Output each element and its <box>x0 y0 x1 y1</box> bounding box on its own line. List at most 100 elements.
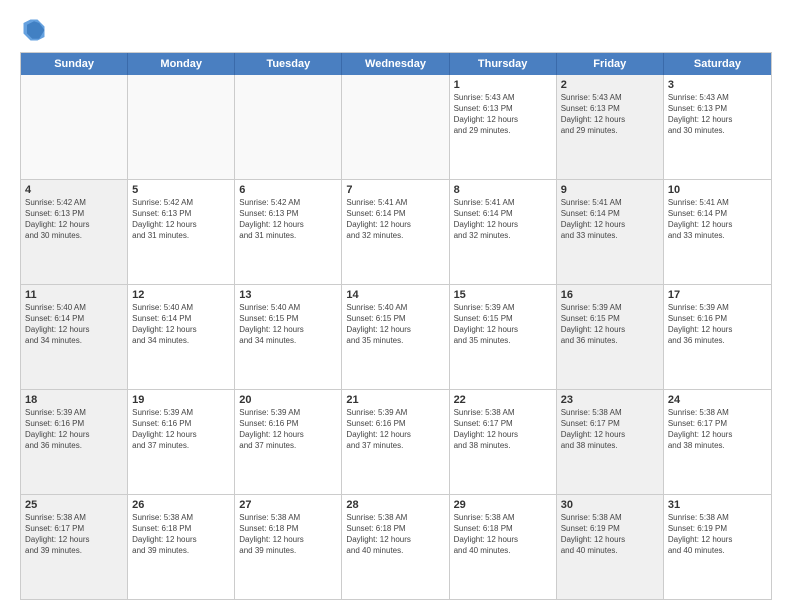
day-number: 6 <box>239 183 337 197</box>
cell-info: Sunrise: 5:42 AM Sunset: 6:13 PM Dayligh… <box>239 198 337 241</box>
cell-info: Sunrise: 5:42 AM Sunset: 6:13 PM Dayligh… <box>132 198 230 241</box>
day-number: 24 <box>668 393 767 407</box>
cell-info: Sunrise: 5:39 AM Sunset: 6:16 PM Dayligh… <box>132 408 230 451</box>
cell-info: Sunrise: 5:43 AM Sunset: 6:13 PM Dayligh… <box>668 93 767 136</box>
calendar-cell: 28Sunrise: 5:38 AM Sunset: 6:18 PM Dayli… <box>342 495 449 599</box>
day-number: 7 <box>346 183 444 197</box>
calendar-cell: 19Sunrise: 5:39 AM Sunset: 6:16 PM Dayli… <box>128 390 235 494</box>
cell-info: Sunrise: 5:41 AM Sunset: 6:14 PM Dayligh… <box>668 198 767 241</box>
cell-info: Sunrise: 5:40 AM Sunset: 6:15 PM Dayligh… <box>346 303 444 346</box>
calendar-body: 1Sunrise: 5:43 AM Sunset: 6:13 PM Daylig… <box>21 75 771 599</box>
calendar-cell: 25Sunrise: 5:38 AM Sunset: 6:17 PM Dayli… <box>21 495 128 599</box>
cell-info: Sunrise: 5:39 AM Sunset: 6:16 PM Dayligh… <box>239 408 337 451</box>
cell-info: Sunrise: 5:43 AM Sunset: 6:13 PM Dayligh… <box>561 93 659 136</box>
day-of-week-header: Sunday <box>21 53 128 75</box>
calendar-cell <box>21 75 128 179</box>
calendar-cell: 7Sunrise: 5:41 AM Sunset: 6:14 PM Daylig… <box>342 180 449 284</box>
calendar-cell: 10Sunrise: 5:41 AM Sunset: 6:14 PM Dayli… <box>664 180 771 284</box>
calendar-cell <box>342 75 449 179</box>
day-number: 25 <box>25 498 123 512</box>
calendar-cell: 21Sunrise: 5:39 AM Sunset: 6:16 PM Dayli… <box>342 390 449 494</box>
cell-info: Sunrise: 5:38 AM Sunset: 6:19 PM Dayligh… <box>668 513 767 556</box>
day-number: 28 <box>346 498 444 512</box>
cell-info: Sunrise: 5:43 AM Sunset: 6:13 PM Dayligh… <box>454 93 552 136</box>
cell-info: Sunrise: 5:41 AM Sunset: 6:14 PM Dayligh… <box>454 198 552 241</box>
cell-info: Sunrise: 5:39 AM Sunset: 6:15 PM Dayligh… <box>454 303 552 346</box>
calendar-cell: 9Sunrise: 5:41 AM Sunset: 6:14 PM Daylig… <box>557 180 664 284</box>
cell-info: Sunrise: 5:39 AM Sunset: 6:16 PM Dayligh… <box>346 408 444 451</box>
day-of-week-header: Monday <box>128 53 235 75</box>
cell-info: Sunrise: 5:38 AM Sunset: 6:18 PM Dayligh… <box>346 513 444 556</box>
day-of-week-header: Tuesday <box>235 53 342 75</box>
calendar-cell: 29Sunrise: 5:38 AM Sunset: 6:18 PM Dayli… <box>450 495 557 599</box>
day-number: 26 <box>132 498 230 512</box>
calendar-cell: 15Sunrise: 5:39 AM Sunset: 6:15 PM Dayli… <box>450 285 557 389</box>
calendar-week-row: 18Sunrise: 5:39 AM Sunset: 6:16 PM Dayli… <box>21 390 771 495</box>
day-number: 18 <box>25 393 123 407</box>
page: SundayMondayTuesdayWednesdayThursdayFrid… <box>0 0 792 612</box>
day-number: 13 <box>239 288 337 302</box>
day-number: 5 <box>132 183 230 197</box>
calendar-cell: 8Sunrise: 5:41 AM Sunset: 6:14 PM Daylig… <box>450 180 557 284</box>
calendar-week-row: 1Sunrise: 5:43 AM Sunset: 6:13 PM Daylig… <box>21 75 771 180</box>
day-of-week-header: Friday <box>557 53 664 75</box>
cell-info: Sunrise: 5:38 AM Sunset: 6:17 PM Dayligh… <box>668 408 767 451</box>
day-number: 1 <box>454 78 552 92</box>
cell-info: Sunrise: 5:39 AM Sunset: 6:16 PM Dayligh… <box>668 303 767 346</box>
cell-info: Sunrise: 5:38 AM Sunset: 6:17 PM Dayligh… <box>561 408 659 451</box>
day-number: 15 <box>454 288 552 302</box>
day-number: 8 <box>454 183 552 197</box>
calendar-cell: 5Sunrise: 5:42 AM Sunset: 6:13 PM Daylig… <box>128 180 235 284</box>
header <box>20 16 772 44</box>
day-number: 9 <box>561 183 659 197</box>
cell-info: Sunrise: 5:40 AM Sunset: 6:14 PM Dayligh… <box>25 303 123 346</box>
logo <box>20 16 52 44</box>
calendar-cell <box>235 75 342 179</box>
day-number: 20 <box>239 393 337 407</box>
calendar-cell: 13Sunrise: 5:40 AM Sunset: 6:15 PM Dayli… <box>235 285 342 389</box>
day-number: 10 <box>668 183 767 197</box>
calendar-cell: 11Sunrise: 5:40 AM Sunset: 6:14 PM Dayli… <box>21 285 128 389</box>
calendar-cell: 31Sunrise: 5:38 AM Sunset: 6:19 PM Dayli… <box>664 495 771 599</box>
calendar-cell: 20Sunrise: 5:39 AM Sunset: 6:16 PM Dayli… <box>235 390 342 494</box>
general-blue-logo-icon <box>20 16 48 44</box>
cell-info: Sunrise: 5:40 AM Sunset: 6:14 PM Dayligh… <box>132 303 230 346</box>
cell-info: Sunrise: 5:38 AM Sunset: 6:18 PM Dayligh… <box>132 513 230 556</box>
calendar-cell: 16Sunrise: 5:39 AM Sunset: 6:15 PM Dayli… <box>557 285 664 389</box>
calendar-cell: 22Sunrise: 5:38 AM Sunset: 6:17 PM Dayli… <box>450 390 557 494</box>
calendar-cell: 12Sunrise: 5:40 AM Sunset: 6:14 PM Dayli… <box>128 285 235 389</box>
calendar-header: SundayMondayTuesdayWednesdayThursdayFrid… <box>21 53 771 75</box>
cell-info: Sunrise: 5:42 AM Sunset: 6:13 PM Dayligh… <box>25 198 123 241</box>
cell-info: Sunrise: 5:39 AM Sunset: 6:15 PM Dayligh… <box>561 303 659 346</box>
cell-info: Sunrise: 5:40 AM Sunset: 6:15 PM Dayligh… <box>239 303 337 346</box>
calendar-cell: 2Sunrise: 5:43 AM Sunset: 6:13 PM Daylig… <box>557 75 664 179</box>
day-number: 12 <box>132 288 230 302</box>
calendar-cell: 4Sunrise: 5:42 AM Sunset: 6:13 PM Daylig… <box>21 180 128 284</box>
calendar-cell: 24Sunrise: 5:38 AM Sunset: 6:17 PM Dayli… <box>664 390 771 494</box>
day-number: 4 <box>25 183 123 197</box>
cell-info: Sunrise: 5:39 AM Sunset: 6:16 PM Dayligh… <box>25 408 123 451</box>
calendar-cell: 17Sunrise: 5:39 AM Sunset: 6:16 PM Dayli… <box>664 285 771 389</box>
day-of-week-header: Thursday <box>450 53 557 75</box>
cell-info: Sunrise: 5:38 AM Sunset: 6:18 PM Dayligh… <box>239 513 337 556</box>
calendar-week-row: 11Sunrise: 5:40 AM Sunset: 6:14 PM Dayli… <box>21 285 771 390</box>
calendar-cell: 30Sunrise: 5:38 AM Sunset: 6:19 PM Dayli… <box>557 495 664 599</box>
day-number: 19 <box>132 393 230 407</box>
cell-info: Sunrise: 5:41 AM Sunset: 6:14 PM Dayligh… <box>346 198 444 241</box>
calendar-cell: 27Sunrise: 5:38 AM Sunset: 6:18 PM Dayli… <box>235 495 342 599</box>
day-number: 31 <box>668 498 767 512</box>
day-number: 27 <box>239 498 337 512</box>
calendar-week-row: 4Sunrise: 5:42 AM Sunset: 6:13 PM Daylig… <box>21 180 771 285</box>
day-number: 23 <box>561 393 659 407</box>
day-number: 16 <box>561 288 659 302</box>
day-number: 11 <box>25 288 123 302</box>
calendar-cell: 1Sunrise: 5:43 AM Sunset: 6:13 PM Daylig… <box>450 75 557 179</box>
cell-info: Sunrise: 5:38 AM Sunset: 6:17 PM Dayligh… <box>454 408 552 451</box>
calendar-cell: 14Sunrise: 5:40 AM Sunset: 6:15 PM Dayli… <box>342 285 449 389</box>
day-number: 29 <box>454 498 552 512</box>
day-of-week-header: Wednesday <box>342 53 449 75</box>
calendar-week-row: 25Sunrise: 5:38 AM Sunset: 6:17 PM Dayli… <box>21 495 771 599</box>
calendar-cell: 23Sunrise: 5:38 AM Sunset: 6:17 PM Dayli… <box>557 390 664 494</box>
day-number: 2 <box>561 78 659 92</box>
cell-info: Sunrise: 5:38 AM Sunset: 6:18 PM Dayligh… <box>454 513 552 556</box>
